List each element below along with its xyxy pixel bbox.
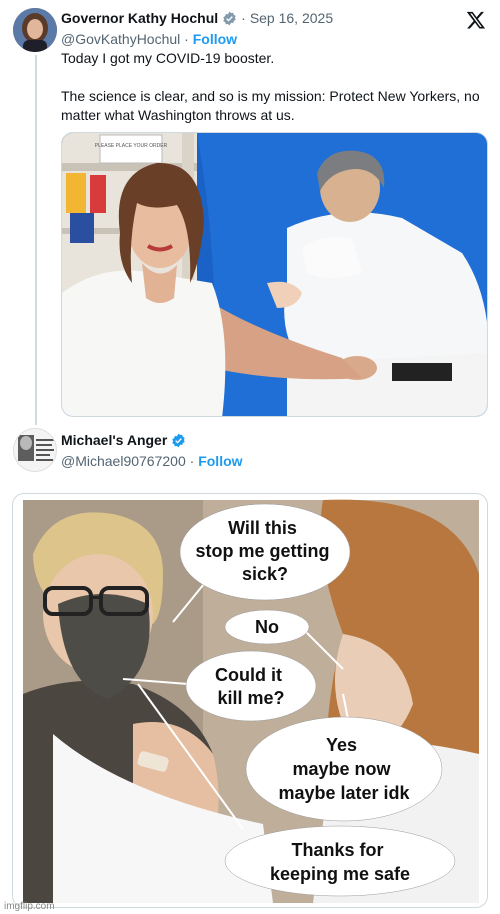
x-logo-icon[interactable] <box>466 10 486 30</box>
pharmacy-sign: PLEASE PLACE YOUR ORDER <box>95 143 168 149</box>
tweet1-text: Today I got my COVID-19 booster. The sci… <box>61 49 481 144</box>
meme-image[interactable]: Will this stop me getting sick? No Could… <box>12 493 488 908</box>
tweet-text-line: The science is clear, and so is my missi… <box>61 88 480 123</box>
verified-badge-icon <box>172 433 185 447</box>
tweet-hochul: Governor Kathy Hochul · Sep 16, 2025 @Go… <box>0 0 500 430</box>
tweet1-header: Governor Kathy Hochul · Sep 16, 2025 <box>61 10 333 26</box>
tweet-date[interactable]: Sep 16, 2025 <box>250 10 333 26</box>
separator: · <box>241 10 246 26</box>
tweet2-header: Michael's Anger <box>61 432 186 448</box>
avatar-michaels-anger[interactable] <box>13 428 57 472</box>
avatar-hochul[interactable] <box>13 8 57 52</box>
tweet-text-line: Today I got my COVID-19 booster. <box>61 50 275 66</box>
separator: · <box>189 453 195 469</box>
author-name[interactable]: Governor Kathy Hochul <box>61 10 218 26</box>
bubble-answer-no: No <box>255 617 279 637</box>
separator: · <box>184 31 189 47</box>
thread-line <box>35 55 37 425</box>
follow-button[interactable]: Follow <box>198 453 242 469</box>
tweet2-handle-row: @Michael90767200 · Follow <box>61 453 243 469</box>
speech-bubble <box>224 825 456 897</box>
speech-bubble <box>185 650 317 722</box>
author-handle[interactable]: @Michael90767200 <box>61 453 186 469</box>
tweet1-handle-row: @GovKathyHochul · Follow <box>61 31 237 47</box>
author-name[interactable]: Michael's Anger <box>61 432 167 448</box>
imgflip-watermark: imgflip.com <box>4 901 55 912</box>
booster-photo[interactable]: PLEASE PLACE YOUR ORDER <box>61 132 488 417</box>
author-handle[interactable]: @GovKathyHochul <box>61 31 180 47</box>
follow-button[interactable]: Follow <box>193 31 237 47</box>
verified-badge-icon <box>223 11 236 25</box>
